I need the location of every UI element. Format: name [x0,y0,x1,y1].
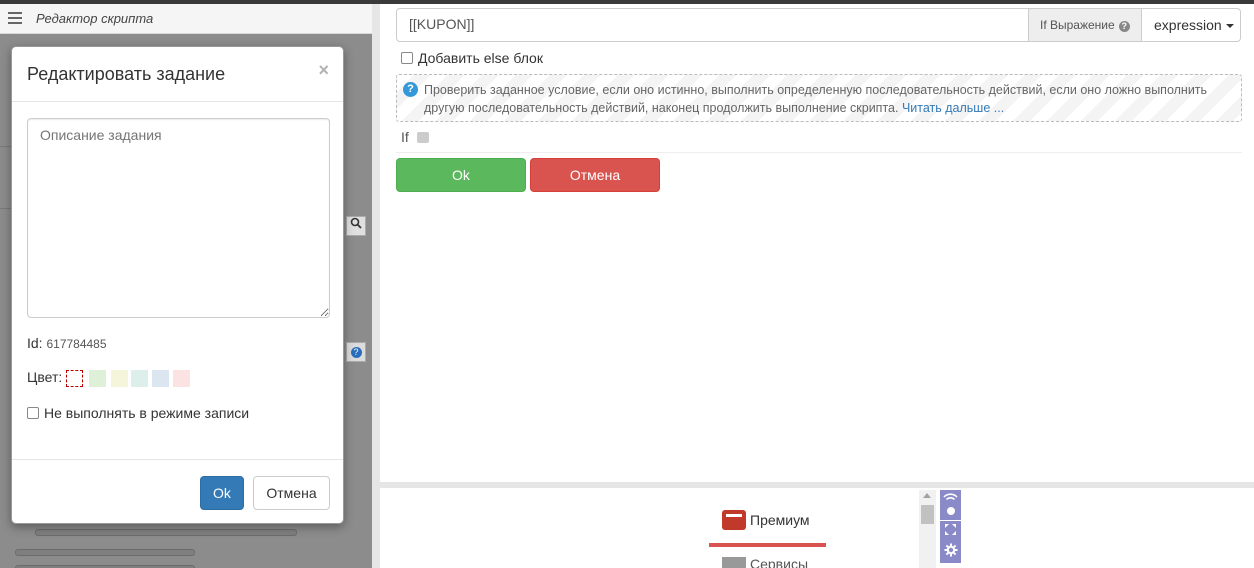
modal-footer: Ok Отмена [12,459,343,523]
color-swatch[interactable] [131,370,148,387]
color-swatch[interactable] [89,370,106,387]
question-icon[interactable]: ? [346,342,366,362]
search-icon[interactable] [346,216,366,236]
divider [0,146,11,147]
tab-premium[interactable]: Премиум [722,510,810,530]
add-else-option[interactable]: Добавить else блок [401,50,543,66]
modal-header: Редактировать задание × [12,47,343,102]
task-description-input[interactable] [27,118,330,318]
editor-ok-button[interactable]: Ok [396,158,526,192]
if-block-icon[interactable] [417,132,429,143]
panel-splitter[interactable] [372,4,380,568]
color-swatch[interactable] [152,370,169,387]
no-record-label: Не выполнять в режиме записи [44,405,250,421]
info-text: Проверить заданное условие, если оно ист… [424,81,1234,117]
tab-premium-label: Премиум [750,512,810,528]
add-else-label: Добавить else блок [418,50,543,66]
dimmed-element [15,549,195,556]
expression-type-label: expression [1154,17,1222,33]
hamburger-icon[interactable] [8,12,22,24]
editor-cancel-button[interactable]: Отмена [530,158,660,192]
task-id-value: 617784485 [46,337,107,351]
gear-icon[interactable] [940,542,961,563]
if-expression-label: If Выражение [1040,18,1115,32]
chevron-down-icon [1225,24,1234,28]
no-record-option[interactable]: Не выполнять в режиме записи [27,405,249,421]
certificate-icon [722,510,746,530]
color-label: Цвет: [27,369,63,385]
task-id: Id: 617784485 [27,335,107,351]
color-swatch[interactable] [66,370,83,387]
expand-icon[interactable] [940,521,961,542]
expression-type-dropdown[interactable]: expression [1142,9,1240,41]
dimmed-element [35,529,297,536]
tab-services[interactable]: Сервисы [722,556,808,568]
expression-input[interactable]: [[KUPON]] [397,9,1028,41]
scroll-up-arrow[interactable] [923,493,931,498]
cart-icon [722,557,746,568]
info-box: ? Проверить заданное условие, если оно и… [396,74,1242,122]
modal-cancel-button[interactable]: Отмена [253,476,330,510]
divider [0,208,11,209]
add-else-checkbox[interactable] [401,52,413,64]
info-question-icon: ? [403,82,418,97]
expression-input-group: [[KUPON]] If Выражение? expression [396,8,1241,42]
divider [396,152,1242,153]
active-tab-indicator [709,543,826,547]
modal-title: Редактировать задание [27,64,226,84]
record-icon[interactable] [940,501,961,520]
if-expression-addon: If Выражение? [1028,9,1142,41]
color-swatch[interactable] [173,370,190,387]
color-swatch[interactable] [111,370,128,387]
question-icon[interactable]: ? [1118,21,1130,32]
no-record-checkbox[interactable] [27,407,39,419]
info-description: Проверить заданное условие, если оно ист… [424,83,1208,115]
scroll-thumb[interactable] [921,505,934,524]
edit-task-modal: Редактировать задание × Id: 617784485 Цв… [11,46,344,524]
task-id-label: Id: [27,335,43,351]
tab-services-label: Сервисы [750,556,809,568]
script-editor-title: Редактор скрипта [36,11,154,26]
modal-ok-button[interactable]: Ok [200,476,244,510]
close-icon[interactable]: × [318,60,329,81]
read-more-link[interactable]: Читать дальше ... [902,101,1004,115]
scrollbar[interactable] [919,490,936,568]
script-editor-header: Редактор скрипта [0,4,372,34]
if-label: If [401,129,409,145]
bottom-separator[interactable] [380,482,1254,488]
